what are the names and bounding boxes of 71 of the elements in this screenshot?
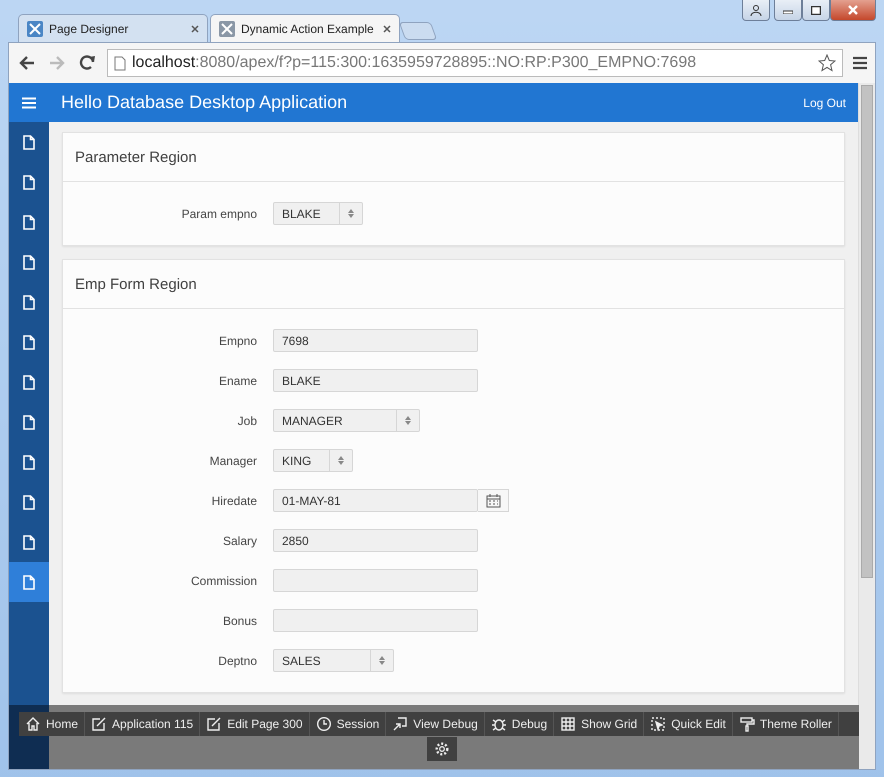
calendar-icon: [486, 494, 500, 508]
region-title: Emp Form Region: [75, 276, 197, 292]
field-label: Param empno: [180, 206, 257, 220]
text-field[interactable]: [273, 609, 478, 632]
field-label: Manager: [208, 454, 257, 468]
field-label: Empno: [218, 334, 257, 348]
field-label: Deptno: [217, 654, 257, 668]
sort-icon: [405, 416, 411, 425]
page-icon: [23, 294, 35, 310]
page-icon: [23, 254, 35, 270]
sort-icon: [379, 656, 385, 665]
user-button[interactable]: [742, 0, 770, 21]
text-field[interactable]: 7698: [273, 329, 478, 352]
sort-icon: [338, 456, 344, 465]
text-field[interactable]: 2850: [273, 529, 478, 552]
edit-icon: [206, 716, 222, 732]
settings-icon: [434, 741, 450, 757]
page-icon: [23, 494, 35, 510]
app-title: Hello Database Desktop Application: [60, 92, 348, 113]
menu-icon[interactable]: [853, 56, 867, 70]
page-icon: [23, 134, 35, 150]
grid-icon: [560, 716, 576, 732]
page-icon: [23, 174, 35, 190]
field-label: Commission: [190, 574, 257, 588]
close-icon[interactable]: [191, 24, 199, 32]
scrollbar[interactable]: [858, 83, 875, 769]
user-icon: [750, 4, 762, 16]
page-icon: [23, 374, 35, 390]
address-bar[interactable]: localhost:8080/apex/f?p=115:300:1635959728895::NO:RP:P300_EMPNO:7698: [107, 49, 843, 77]
date-field[interactable]: 01-MAY-81: [273, 489, 478, 512]
logout-link[interactable]: Log Out: [803, 96, 858, 110]
field-label: Bonus: [222, 614, 257, 628]
close-icon: [848, 5, 858, 15]
select-field[interactable]: KING: [273, 449, 353, 472]
select-field[interactable]: SALES: [273, 649, 394, 672]
close-icon[interactable]: [383, 24, 391, 32]
home-icon: [25, 716, 41, 732]
field-label: Hiredate: [210, 494, 257, 508]
app-icon: [27, 20, 43, 36]
settings-button[interactable]: [427, 737, 457, 761]
restore-icon: [811, 6, 821, 14]
page-icon: [114, 56, 126, 70]
select-field[interactable]: MANAGER: [273, 409, 420, 432]
field-label: Salary: [222, 534, 257, 548]
browser-tab[interactable]: Page Designer: [18, 14, 208, 42]
text-field[interactable]: BLAKE: [273, 369, 478, 392]
clock-icon: [316, 716, 332, 732]
minimize-button[interactable]: [774, 0, 802, 21]
page-icon: [23, 534, 35, 550]
star-icon[interactable]: [818, 54, 836, 72]
close-button[interactable]: [830, 0, 876, 21]
roller-icon: [738, 716, 755, 732]
page-icon: [23, 214, 35, 230]
browser-tab[interactable]: Dynamic Action Example: [210, 14, 400, 42]
calendar-button[interactable]: [478, 489, 509, 512]
text-field[interactable]: [273, 569, 478, 592]
arrow-icon: [392, 716, 408, 732]
edit-icon: [91, 716, 108, 732]
cursor-icon: [650, 716, 666, 732]
page-icon: [23, 454, 35, 470]
sort-icon: [348, 209, 354, 218]
page-icon: [23, 574, 35, 590]
app-icon: [219, 20, 235, 36]
select-field[interactable]: BLAKE: [273, 202, 363, 225]
field-label: Ename: [218, 374, 257, 388]
field-label: Job: [236, 414, 257, 428]
maximize-button[interactable]: [802, 0, 830, 21]
sidebar-item[interactable]: [9, 562, 49, 602]
region-title: Parameter Region: [75, 148, 197, 166]
page-icon: [23, 414, 35, 430]
page-icon: [23, 334, 35, 350]
